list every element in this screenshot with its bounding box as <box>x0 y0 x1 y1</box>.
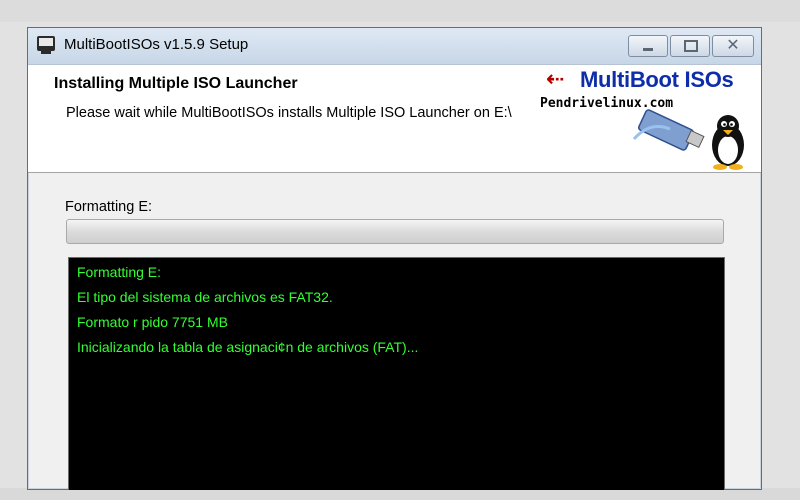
console-line: Formatting E: <box>77 264 162 280</box>
header-panel: Installing Multiple ISO Launcher Please … <box>28 65 761 173</box>
console-line: Formato r pido 7751 MB <box>77 314 228 330</box>
multiboot-logo: ⇠ MultiBoot ISOs Pendrivelinux.com <box>538 65 760 171</box>
close-icon: ✕ <box>726 35 740 54</box>
maximize-icon <box>684 40 698 52</box>
backdrop-top <box>0 0 800 22</box>
penguin-icon <box>712 115 744 170</box>
computer-icon <box>37 36 55 54</box>
logo-title: MultiBoot ISOs <box>580 67 734 92</box>
console-line: El tipo del sistema de archivos es FAT32… <box>77 289 333 305</box>
usb-drive-penguin-icon <box>632 109 744 170</box>
content-area: Formatting E: Formatting E: El tipo del … <box>28 173 761 490</box>
page-subtitle: Please wait while MultiBootISOs installs… <box>66 105 512 121</box>
window-title: MultiBootISOs v1.5.9 Setup <box>64 36 249 53</box>
maximize-button[interactable] <box>670 35 710 57</box>
usb-drive-icon <box>632 109 705 151</box>
minimize-button[interactable] <box>628 35 668 57</box>
close-button[interactable]: ✕ <box>712 35 754 57</box>
setup-window: MultiBootISOs v1.5.9 Setup ✕ Installing … <box>27 27 762 490</box>
usb-icon: ⇠ <box>546 67 565 92</box>
progress-bar <box>66 219 724 244</box>
console-output[interactable]: Formatting E: El tipo del sistema de arc… <box>68 257 725 490</box>
minimize-icon <box>643 48 653 51</box>
console-line: Inicializando la tabla de asignaci¢n de … <box>77 339 419 355</box>
status-label: Formatting E: <box>65 199 153 215</box>
title-bar[interactable]: MultiBootISOs v1.5.9 Setup ✕ <box>28 28 761 65</box>
page-title: Installing Multiple ISO Launcher <box>54 75 298 92</box>
